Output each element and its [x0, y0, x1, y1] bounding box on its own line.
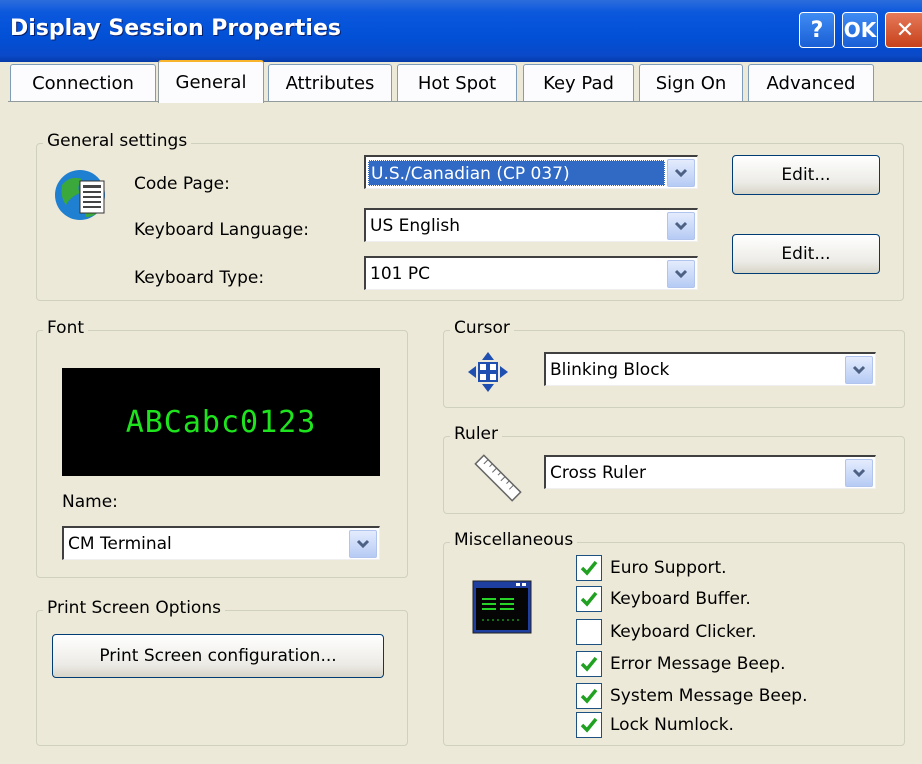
keyboard-clicker-label: Keyboard Clicker.: [610, 622, 757, 642]
tab-advanced[interactable]: Advanced: [748, 64, 874, 102]
code-page-select[interactable]: U.S./Canadian (CP 037): [364, 155, 698, 189]
tab-hot-spot[interactable]: Hot Spot: [397, 64, 517, 102]
keyboard-type-select[interactable]: 101 PC: [364, 256, 698, 290]
keyboard-buffer-option[interactable]: Keyboard Buffer.: [576, 586, 751, 612]
cursor-value: Blinking Block: [550, 359, 670, 380]
cursor-move-icon: [466, 350, 510, 394]
system-message-beep-option[interactable]: System Message Beep.: [576, 683, 807, 709]
print-screen-config-button[interactable]: Print Screen configuration...: [52, 634, 384, 678]
print-screen-group: Print Screen Options: [36, 598, 408, 746]
ok-button[interactable]: OK: [842, 12, 878, 48]
checkbox[interactable]: [576, 712, 602, 738]
font-legend: Font: [43, 318, 89, 338]
checkbox[interactable]: [576, 651, 602, 677]
chevron-down-icon[interactable]: [667, 158, 695, 187]
font-name-label: Name:: [62, 492, 118, 512]
print-screen-legend: Print Screen Options: [43, 598, 225, 618]
cursor-select[interactable]: Blinking Block: [544, 352, 876, 386]
lock-numlock-option[interactable]: Lock Numlock.: [576, 712, 734, 738]
general-settings-legend: General settings: [43, 131, 192, 151]
font-name-value: CM Terminal: [68, 533, 172, 554]
chevron-down-icon[interactable]: [667, 211, 695, 240]
ruler-icon: [470, 450, 526, 506]
tab-sign-on[interactable]: Sign On: [639, 64, 743, 102]
help-button[interactable]: ?: [799, 12, 835, 48]
tab-attributes[interactable]: Attributes: [268, 64, 392, 102]
chevron-down-icon[interactable]: [845, 355, 873, 384]
font-preview: ABCabc0123: [62, 368, 380, 476]
keyboard-buffer-label: Keyboard Buffer.: [610, 589, 751, 609]
error-message-beep-label: Error Message Beep.: [610, 654, 786, 674]
cursor-legend: Cursor: [450, 318, 514, 338]
chevron-down-icon[interactable]: [349, 529, 377, 558]
checkbox[interactable]: [576, 555, 602, 581]
miscellaneous-legend: Miscellaneous: [450, 530, 578, 550]
keyboard-type-label: Keyboard Type:: [134, 268, 265, 288]
checkbox[interactable]: [576, 683, 602, 709]
code-page-edit-button[interactable]: Edit...: [732, 155, 880, 195]
ruler-value: Cross Ruler: [550, 462, 646, 483]
keyboard-language-label: Keyboard Language:: [134, 220, 309, 240]
tab-key-pad[interactable]: Key Pad: [523, 64, 634, 102]
title-bar: Display Session Properties ? OK ✕: [0, 0, 922, 62]
keyboard-language-value: US English: [370, 215, 461, 236]
tab-connection[interactable]: Connection: [10, 64, 156, 102]
chevron-down-icon[interactable]: [667, 259, 695, 288]
keyboard-clicker-option[interactable]: Keyboard Clicker.: [576, 619, 757, 645]
code-page-value: U.S./Canadian (CP 037): [368, 159, 665, 186]
euro-support-option[interactable]: Euro Support.: [576, 555, 727, 581]
keyboard-type-value: 101 PC: [370, 263, 430, 284]
chevron-down-icon[interactable]: [845, 458, 873, 487]
ruler-select[interactable]: Cross Ruler: [544, 455, 876, 489]
window-title: Display Session Properties: [10, 16, 341, 41]
system-message-beep-label: System Message Beep.: [610, 686, 808, 706]
checkbox[interactable]: [576, 586, 602, 612]
terminal-window-icon: [472, 580, 532, 634]
checkbox[interactable]: [576, 619, 602, 645]
euro-support-label: Euro Support.: [610, 558, 727, 578]
ruler-legend: Ruler: [450, 424, 502, 444]
error-message-beep-option[interactable]: Error Message Beep.: [576, 651, 786, 677]
keyboard-language-select[interactable]: US English: [364, 208, 698, 242]
keyboard-edit-button[interactable]: Edit...: [732, 234, 880, 274]
tab-panel-border: [8, 101, 922, 102]
globe-document-icon: [52, 165, 112, 225]
lock-numlock-label: Lock Numlock.: [610, 715, 734, 735]
font-name-select[interactable]: CM Terminal: [62, 526, 380, 560]
code-page-label: Code Page:: [134, 174, 230, 194]
close-button[interactable]: ✕: [885, 12, 922, 48]
tab-general[interactable]: General: [158, 60, 264, 103]
